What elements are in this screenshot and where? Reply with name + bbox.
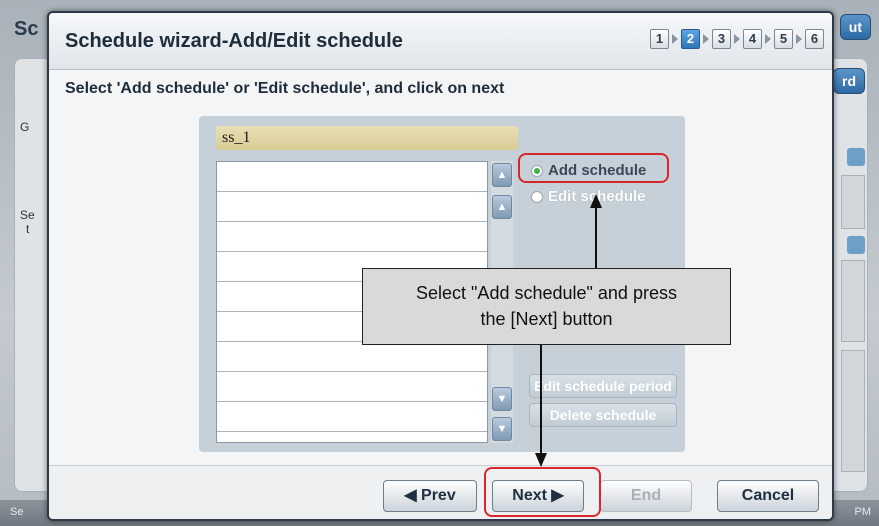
step-1: 1 — [650, 29, 669, 49]
step-arrow-icon — [796, 34, 802, 44]
dialog-footer: ◀ Prev Next ▶ End Cancel — [49, 465, 832, 519]
background-right-tab — [847, 148, 865, 166]
background-status-time: PM — [854, 506, 872, 518]
background-status-left: Se — [10, 506, 24, 518]
background-side-label-g: G — [20, 120, 30, 134]
dialog-title: Schedule wizard-Add/Edit schedule — [65, 30, 403, 52]
edit-schedule-period-button[interactable]: Edit schedule period — [529, 374, 677, 398]
instruction-callout: Select "Add schedule" and press the [Nex… — [362, 268, 731, 345]
step-5: 5 — [774, 29, 793, 49]
step-2-active: 2 — [681, 29, 700, 49]
callout-arrow-up-line — [595, 206, 597, 268]
radio-unselected-icon[interactable] — [531, 190, 543, 203]
list-item[interactable] — [217, 372, 487, 402]
cancel-button[interactable]: Cancel — [717, 480, 819, 512]
scroll-top-icon[interactable]: ▲ — [492, 163, 512, 187]
instruction-text: Select 'Add schedule' or 'Edit schedule'… — [65, 80, 505, 97]
list-item[interactable] — [217, 162, 487, 192]
list-item[interactable] — [217, 222, 487, 252]
background-wizard-button[interactable]: rd — [833, 68, 865, 94]
list-item[interactable] — [217, 402, 487, 432]
step-arrow-icon — [703, 34, 709, 44]
wizard-step-indicator: 1 2 3 4 5 6 — [650, 29, 824, 49]
background-right-panel — [841, 350, 865, 472]
arrow-up-icon — [590, 194, 602, 208]
list-item[interactable] — [217, 192, 487, 222]
step-arrow-icon — [734, 34, 740, 44]
step-6: 6 — [805, 29, 824, 49]
next-button-highlight — [484, 467, 601, 517]
step-arrow-icon — [765, 34, 771, 44]
scroll-up-icon[interactable]: ▲ — [492, 195, 512, 219]
step-4: 4 — [743, 29, 762, 49]
step-3: 3 — [712, 29, 731, 49]
background-right-panel — [841, 175, 865, 229]
list-item[interactable] — [217, 342, 487, 372]
background-logout-button[interactable]: ut — [839, 14, 871, 40]
end-button[interactable]: End — [600, 480, 692, 512]
schedule-name-field: ss_1 — [216, 126, 518, 150]
background-right-panel — [841, 260, 865, 342]
schedule-wizard-dialog: Schedule wizard-Add/Edit schedule 1 2 3 … — [47, 11, 834, 521]
scroll-bottom-icon[interactable]: ▼ — [492, 417, 512, 441]
callout-line-1: Select "Add schedule" and press — [416, 283, 677, 303]
background-right-tab — [847, 236, 865, 254]
arrow-down-icon — [535, 453, 547, 467]
dialog-header: Schedule wizard-Add/Edit schedule 1 2 3 … — [49, 13, 832, 70]
prev-button[interactable]: ◀ Prev — [383, 480, 477, 512]
edit-schedule-option[interactable]: Edit schedule — [531, 188, 646, 205]
callout-arrow-down-line — [540, 345, 542, 455]
background-title: Sc — [14, 18, 39, 40]
step-arrow-icon — [672, 34, 678, 44]
add-schedule-highlight — [518, 153, 669, 183]
background-side-label-t: t — [26, 222, 30, 236]
background-side-label-se: Se — [20, 208, 35, 222]
callout-line-2: the [Next] button — [480, 309, 613, 329]
scroll-down-icon[interactable]: ▼ — [492, 387, 512, 411]
delete-schedule-button[interactable]: Delete schedule — [529, 403, 677, 427]
